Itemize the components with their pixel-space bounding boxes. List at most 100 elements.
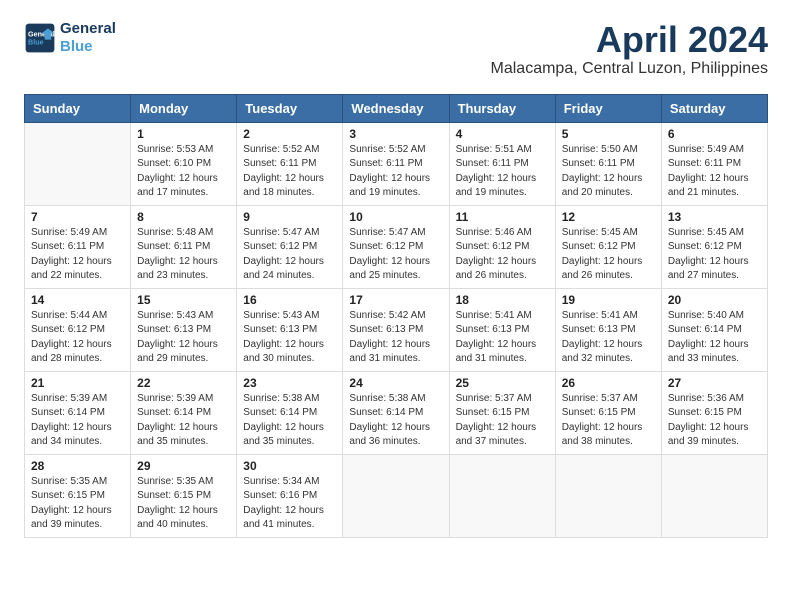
day-number: 11: [456, 210, 549, 224]
location-title: Malacampa, Central Luzon, Philippines: [491, 60, 768, 78]
day-number: 6: [668, 127, 761, 141]
calendar-cell: 9Sunrise: 5:47 AM Sunset: 6:12 PM Daylig…: [237, 205, 343, 288]
day-number: 12: [562, 210, 655, 224]
day-info: Sunrise: 5:36 AM Sunset: 6:15 PM Dayligh…: [668, 392, 761, 450]
day-number: 18: [456, 293, 549, 307]
day-info: Sunrise: 5:34 AM Sunset: 6:16 PM Dayligh…: [243, 475, 336, 533]
day-info: Sunrise: 5:50 AM Sunset: 6:11 PM Dayligh…: [562, 143, 655, 201]
day-number: 30: [243, 459, 336, 473]
calendar-cell: 20Sunrise: 5:40 AM Sunset: 6:14 PM Dayli…: [661, 288, 767, 371]
calendar-cell: 27 Sunrise: 5:36 AM Sunset: 6:15 PM Dayli…: [661, 371, 767, 454]
day-number: 25: [456, 376, 549, 390]
day-number: 17: [349, 293, 442, 307]
day-number: 5: [562, 127, 655, 141]
day-info: Sunrise: 5:41 AM Sunset: 6:13 PM Dayligh…: [456, 309, 549, 367]
day-number: 2: [243, 127, 336, 141]
day-info: Sunrise: 5:48 AM Sunset: 6:11 PM Dayligh…: [137, 226, 230, 284]
day-number: 21: [31, 376, 124, 390]
day-number: 14: [31, 293, 124, 307]
day-number: 15: [137, 293, 230, 307]
title-block: April 2024 Malacampa, Central Luzon, Phi…: [491, 20, 768, 78]
day-info: Sunrise: 5:51 AM Sunset: 6:11 PM Dayligh…: [456, 143, 549, 201]
day-number: 9: [243, 210, 336, 224]
calendar-cell: 21 Sunrise: 5:39 AM Sunset: 6:14 PM Dayli…: [25, 371, 131, 454]
day-number: 10: [349, 210, 442, 224]
calendar-cell: 18 Sunrise: 5:41 AM Sunset: 6:13 PM Dayli…: [449, 288, 555, 371]
calendar-week-row: 28 Sunrise: 5:35 AM Sunset: 6:15 PM Dayli…: [25, 454, 768, 537]
calendar-cell: [555, 454, 661, 537]
calendar-cell: 12 Sunrise: 5:45 AM Sunset: 6:12 PM Dayli…: [555, 205, 661, 288]
page: General Blue General Blue April 2024 Mal…: [0, 0, 792, 558]
day-info: Sunrise: 5:53 AM Sunset: 6:10 PM Dayligh…: [137, 143, 230, 201]
day-info: Sunrise: 5:49 AM Sunset: 6:11 PM Dayligh…: [668, 143, 761, 201]
day-info: Sunrise: 5:52 AM Sunset: 6:11 PM Dayligh…: [243, 143, 336, 201]
day-info: Sunrise: 5:45 AM Sunset: 6:12 PM Dayligh…: [562, 226, 655, 284]
calendar: SundayMondayTuesdayWednesdayThursdayFrid…: [24, 94, 768, 538]
day-info: Sunrise: 5:43 AM Sunset: 6:13 PM Dayligh…: [243, 309, 336, 367]
day-number: 26: [562, 376, 655, 390]
calendar-cell: 19Sunrise: 5:41 AM Sunset: 6:13 PM Dayli…: [555, 288, 661, 371]
calendar-cell: 14 Sunrise: 5:44 AM Sunset: 6:12 PM Dayli…: [25, 288, 131, 371]
weekday-header-thursday: Thursday: [449, 94, 555, 122]
calendar-week-row: 21 Sunrise: 5:39 AM Sunset: 6:14 PM Dayli…: [25, 371, 768, 454]
weekday-header-saturday: Saturday: [661, 94, 767, 122]
calendar-week-row: 1 Sunrise: 5:53 AM Sunset: 6:10 PM Daylig…: [25, 122, 768, 205]
calendar-cell: 30 Sunrise: 5:34 AM Sunset: 6:16 PM Dayli…: [237, 454, 343, 537]
calendar-cell: 1 Sunrise: 5:53 AM Sunset: 6:10 PM Daylig…: [131, 122, 237, 205]
calendar-cell: 7 Sunrise: 5:49 AM Sunset: 6:11 PM Daylig…: [25, 205, 131, 288]
calendar-week-row: 14 Sunrise: 5:44 AM Sunset: 6:12 PM Dayli…: [25, 288, 768, 371]
calendar-cell: 16 Sunrise: 5:43 AM Sunset: 6:13 PM Dayli…: [237, 288, 343, 371]
day-number: 4: [456, 127, 549, 141]
calendar-cell: 26Sunrise: 5:37 AM Sunset: 6:15 PM Dayli…: [555, 371, 661, 454]
day-number: 22: [137, 376, 230, 390]
day-number: 8: [137, 210, 230, 224]
calendar-cell: 11 Sunrise: 5:46 AM Sunset: 6:12 PM Dayli…: [449, 205, 555, 288]
day-number: 28: [31, 459, 124, 473]
day-info: Sunrise: 5:41 AM Sunset: 6:13 PM Dayligh…: [562, 309, 655, 367]
weekday-header-tuesday: Tuesday: [237, 94, 343, 122]
day-info: Sunrise: 5:45 AM Sunset: 6:12 PM Dayligh…: [668, 226, 761, 284]
calendar-cell: 8 Sunrise: 5:48 AM Sunset: 6:11 PM Daylig…: [131, 205, 237, 288]
calendar-cell: 24 Sunrise: 5:38 AM Sunset: 6:14 PM Dayli…: [343, 371, 449, 454]
day-number: 27: [668, 376, 761, 390]
logo-text: General Blue: [60, 20, 116, 56]
calendar-cell: 17Sunrise: 5:42 AM Sunset: 6:13 PM Dayli…: [343, 288, 449, 371]
calendar-week-row: 7 Sunrise: 5:49 AM Sunset: 6:11 PM Daylig…: [25, 205, 768, 288]
day-info: Sunrise: 5:40 AM Sunset: 6:14 PM Dayligh…: [668, 309, 761, 367]
day-info: Sunrise: 5:47 AM Sunset: 6:12 PM Dayligh…: [349, 226, 442, 284]
day-info: Sunrise: 5:39 AM Sunset: 6:14 PM Dayligh…: [31, 392, 124, 450]
calendar-cell: [661, 454, 767, 537]
day-number: 7: [31, 210, 124, 224]
calendar-cell: 13 Sunrise: 5:45 AM Sunset: 6:12 PM Dayli…: [661, 205, 767, 288]
day-number: 13: [668, 210, 761, 224]
weekday-header-monday: Monday: [131, 94, 237, 122]
calendar-cell: 25 Sunrise: 5:37 AM Sunset: 6:15 PM Dayli…: [449, 371, 555, 454]
logo-icon: General Blue: [24, 22, 56, 54]
day-info: Sunrise: 5:44 AM Sunset: 6:12 PM Dayligh…: [31, 309, 124, 367]
logo: General Blue General Blue: [24, 20, 116, 56]
day-number: 16: [243, 293, 336, 307]
day-number: 24: [349, 376, 442, 390]
day-info: Sunrise: 5:52 AM Sunset: 6:11 PM Dayligh…: [349, 143, 442, 201]
calendar-cell: 3 Sunrise: 5:52 AM Sunset: 6:11 PM Daylig…: [343, 122, 449, 205]
day-info: Sunrise: 5:35 AM Sunset: 6:15 PM Dayligh…: [137, 475, 230, 533]
day-number: 1: [137, 127, 230, 141]
calendar-cell: 5 Sunrise: 5:50 AM Sunset: 6:11 PM Daylig…: [555, 122, 661, 205]
day-info: Sunrise: 5:35 AM Sunset: 6:15 PM Dayligh…: [31, 475, 124, 533]
day-info: Sunrise: 5:46 AM Sunset: 6:12 PM Dayligh…: [456, 226, 549, 284]
calendar-cell: 2 Sunrise: 5:52 AM Sunset: 6:11 PM Daylig…: [237, 122, 343, 205]
day-info: Sunrise: 5:37 AM Sunset: 6:15 PM Dayligh…: [456, 392, 549, 450]
day-info: Sunrise: 5:38 AM Sunset: 6:14 PM Dayligh…: [349, 392, 442, 450]
weekday-header-friday: Friday: [555, 94, 661, 122]
calendar-cell: 4 Sunrise: 5:51 AM Sunset: 6:11 PM Daylig…: [449, 122, 555, 205]
weekday-header-sunday: Sunday: [25, 94, 131, 122]
day-number: 29: [137, 459, 230, 473]
day-info: Sunrise: 5:49 AM Sunset: 6:11 PM Dayligh…: [31, 226, 124, 284]
month-title: April 2024: [491, 20, 768, 60]
header: General Blue General Blue April 2024 Mal…: [24, 20, 768, 78]
calendar-cell: 6 Sunrise: 5:49 AM Sunset: 6:11 PM Daylig…: [661, 122, 767, 205]
calendar-cell: [25, 122, 131, 205]
day-number: 3: [349, 127, 442, 141]
day-number: 23: [243, 376, 336, 390]
calendar-cell: [343, 454, 449, 537]
